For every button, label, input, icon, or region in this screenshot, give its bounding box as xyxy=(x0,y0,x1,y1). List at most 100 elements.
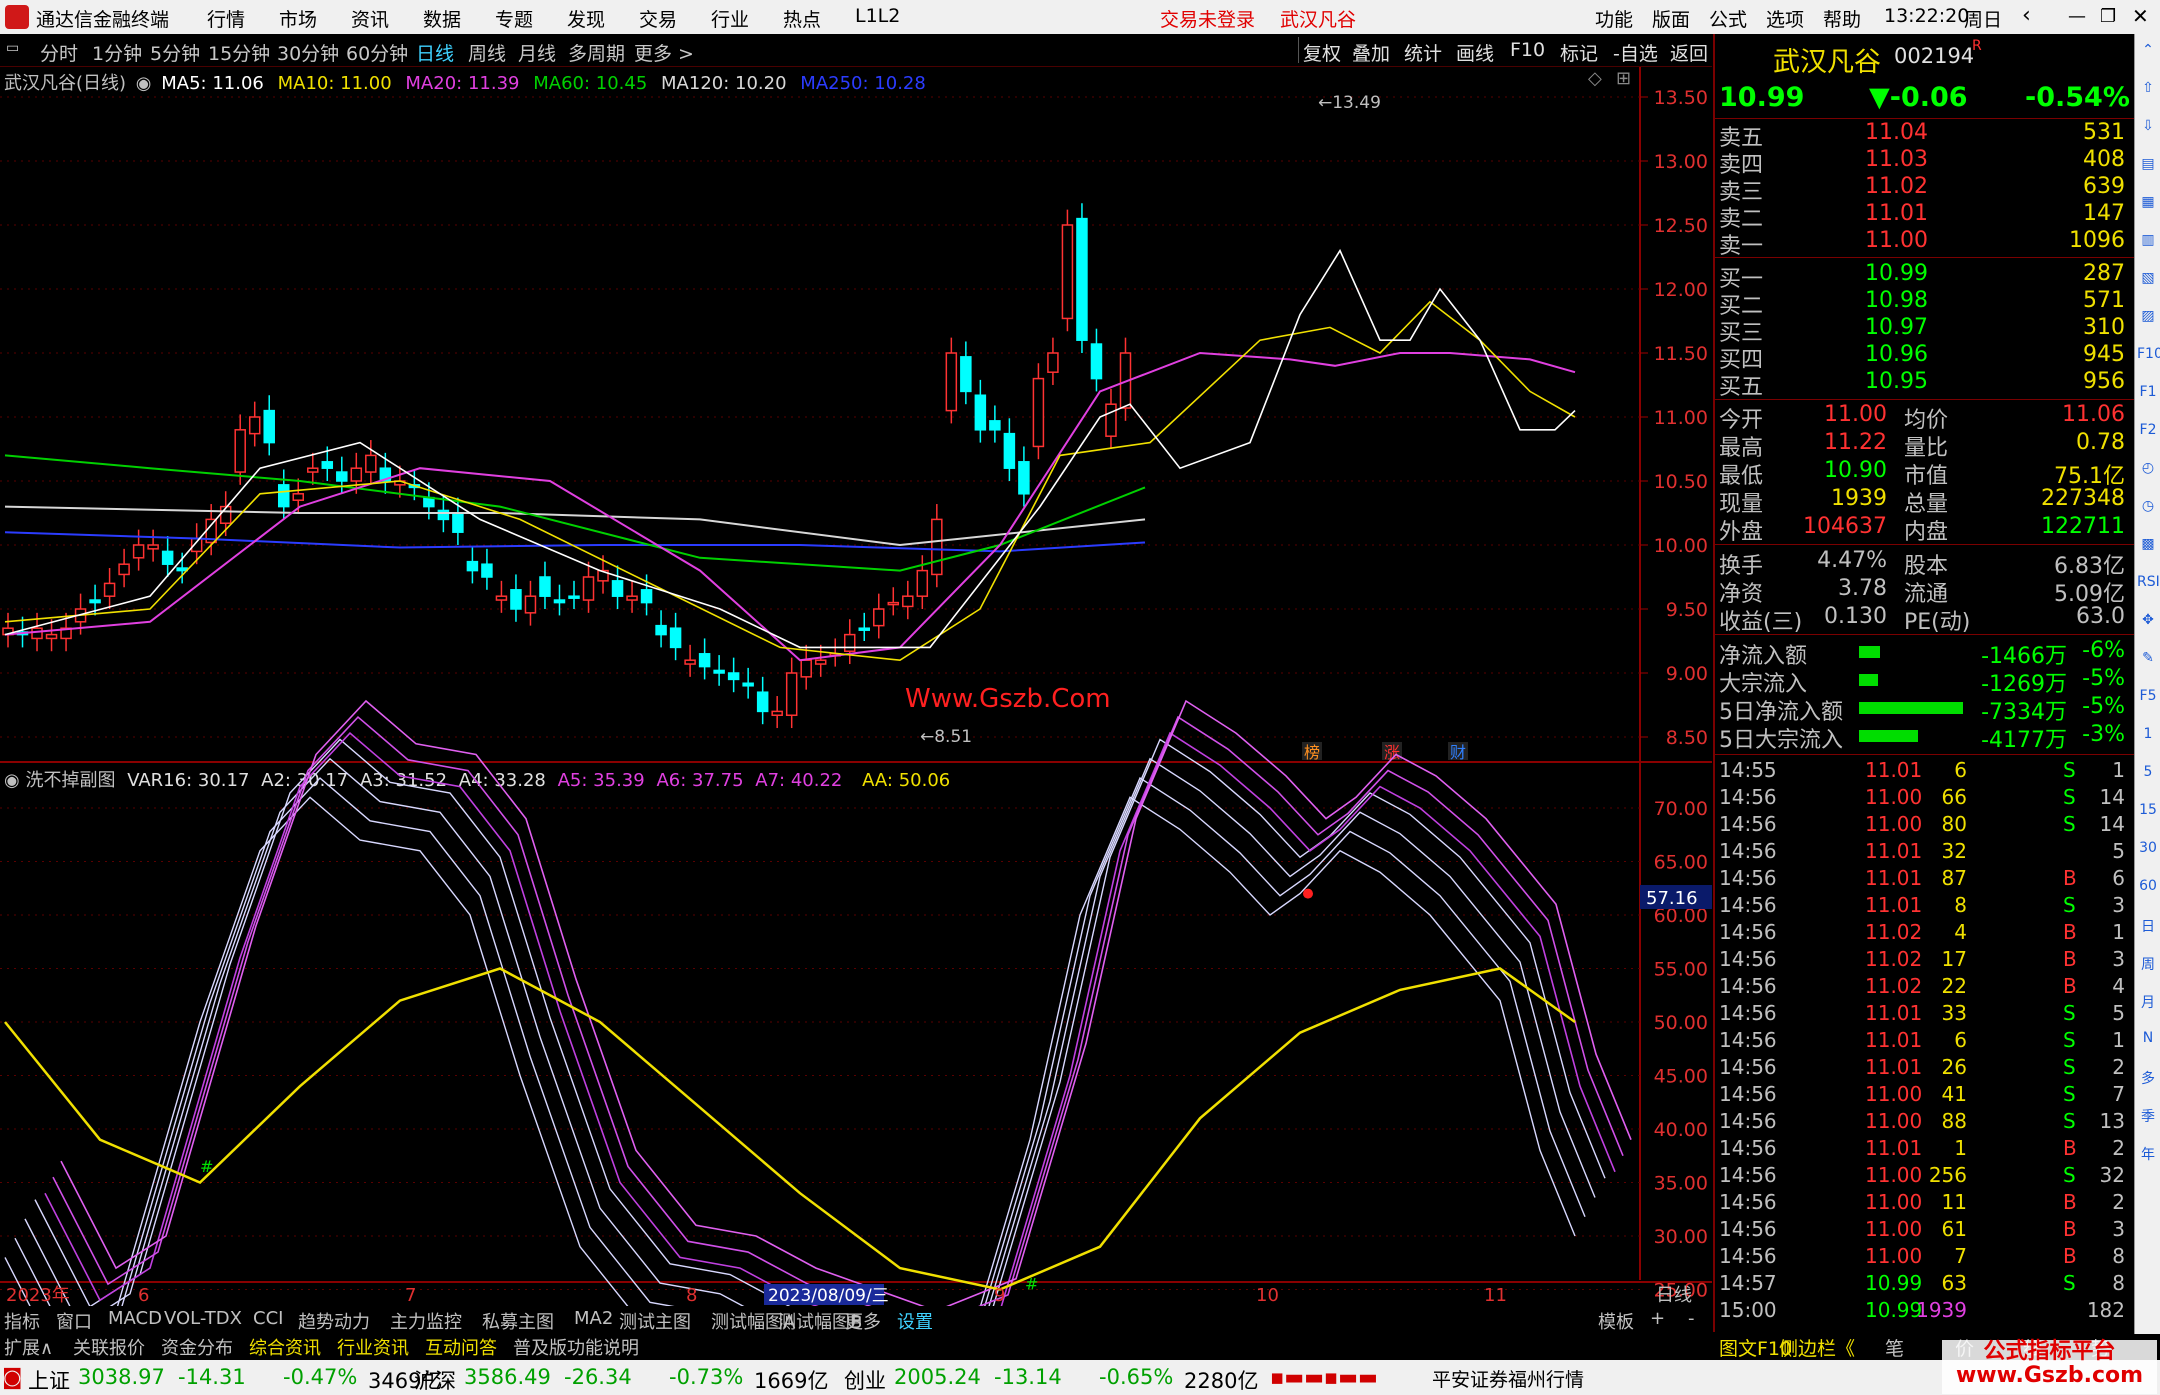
sidebar-icon[interactable]: ⇧ xyxy=(2137,80,2159,102)
close-icon[interactable]: ✕ xyxy=(2132,4,2149,28)
stat-value: 227348 xyxy=(2041,486,2125,511)
sidebar-icon[interactable]: 60 xyxy=(2137,878,2159,900)
template-tab[interactable]: - xyxy=(1688,1308,1695,1329)
tick-volume: 26 xyxy=(1941,1055,1967,1079)
template-tab[interactable]: 模板 xyxy=(1598,1308,1634,1334)
tick-volume: 32 xyxy=(1941,839,1967,863)
tick-price: 11.02 xyxy=(1865,920,1923,944)
indicator-tab[interactable]: 设置 xyxy=(897,1308,933,1334)
index-0-field[interactable]: 上证 xyxy=(28,1365,70,1395)
tick-direction: S xyxy=(2063,893,2076,917)
sidebar-icon[interactable]: ▤ xyxy=(2137,156,2159,178)
template-tab[interactable]: + xyxy=(1650,1308,1665,1329)
main-y-tick-label: 11.00 xyxy=(1654,407,1708,429)
ask-price: 11.02 xyxy=(1865,174,1928,199)
info-tab[interactable]: 行业资讯 xyxy=(337,1334,409,1360)
right-tab[interactable]: 侧边栏《 xyxy=(1779,1334,1855,1361)
sidebar-icon[interactable]: ▨ xyxy=(2137,308,2159,330)
chart-area[interactable]: 13.50 13.00 12.50 12.00 11.50 11.00 10.50 10.00… xyxy=(0,0,1712,1306)
sidebar-icon[interactable]: 季 xyxy=(2137,1106,2159,1128)
main-y-tick-label: 12.50 xyxy=(1654,215,1708,237)
sidebar-icon[interactable]: 5 xyxy=(2137,764,2159,786)
index-1-field[interactable]: 1669亿 xyxy=(754,1365,828,1395)
menu-options[interactable]: 选项 xyxy=(1766,5,1804,32)
stat-row: 现量 1939 总量 227348 xyxy=(1719,486,2129,517)
sidebar-icon[interactable]: F10 xyxy=(2137,346,2160,368)
index-0-field[interactable]: -14.31 xyxy=(178,1365,246,1389)
index-1-field[interactable]: -26.34 xyxy=(564,1365,632,1389)
sidebar-icon[interactable]: ▩ xyxy=(2137,536,2159,558)
sidebar-icon[interactable]: ▧ xyxy=(2137,270,2159,292)
info-tab[interactable]: 关联报价 xyxy=(73,1334,145,1360)
tick-time: 14:56 xyxy=(1719,920,1777,944)
right-tab[interactable]: 笔 xyxy=(1885,1334,1904,1361)
index-0-field[interactable]: 3038.97 xyxy=(78,1365,165,1389)
sidebar-icon[interactable]: 周 xyxy=(2137,954,2159,976)
minimize-icon[interactable]: — xyxy=(2068,6,2086,27)
indicator-tab[interactable]: MACD xyxy=(108,1308,162,1329)
index-2-field[interactable]: -0.65% xyxy=(1099,1365,1173,1389)
indicator-tab[interactable]: 测试主图 xyxy=(619,1308,691,1334)
candle-body xyxy=(234,429,246,473)
tick-direction: B xyxy=(2063,1244,2077,1268)
info-tab[interactable]: 普及版功能说明 xyxy=(513,1334,639,1360)
stat-value: 104637 xyxy=(1803,514,1887,539)
sidebar-icon[interactable]: 30 xyxy=(2137,840,2159,862)
back-nav-icon[interactable]: ‹ xyxy=(2022,3,2031,28)
sidebar-icon[interactable]: ⌃ xyxy=(2137,42,2159,64)
indicator-tab[interactable]: 更多 xyxy=(845,1308,881,1334)
tick-price: 11.00 xyxy=(1865,812,1923,836)
sidebar-icon[interactable]: RSI xyxy=(2137,574,2160,596)
sidebar-icon[interactable]: ▦ xyxy=(2137,194,2159,216)
index-2-field[interactable]: 创业 xyxy=(844,1365,886,1395)
indicator-tab[interactable]: 主力监控 xyxy=(390,1308,462,1334)
tick-count: 2 xyxy=(2112,1055,2125,1079)
menu-help[interactable]: 帮助 xyxy=(1823,5,1861,32)
sidebar-icon[interactable]: 月 xyxy=(2137,992,2159,1014)
sidebar-icon[interactable]: ✎ xyxy=(2137,650,2159,672)
sidebar-icon[interactable]: F1 xyxy=(2137,384,2159,406)
index-1-field[interactable]: -0.73% xyxy=(669,1365,743,1389)
index-1-field[interactable]: 沪深 xyxy=(414,1365,456,1395)
sidebar-icon[interactable]: 日 xyxy=(2137,916,2159,938)
sidebar-icon[interactable]: 年 xyxy=(2137,1144,2159,1166)
info-tab[interactable]: 扩展∧ xyxy=(4,1334,53,1360)
info-tab[interactable]: 资金分布 xyxy=(161,1334,233,1360)
tick-row: 14:56 11.02 17 B 3 xyxy=(1719,947,2129,975)
sidebar-icon[interactable]: 15 xyxy=(2137,802,2159,824)
sidebar-icon[interactable]: 1 xyxy=(2137,726,2159,748)
tick-row: 14:56 11.01 87 B 6 xyxy=(1719,866,2129,894)
indicator-tab[interactable]: VOL-TDX xyxy=(164,1308,242,1329)
indicator-tab[interactable]: CCI xyxy=(253,1308,283,1329)
tick-row: 14:56 11.02 22 B 4 xyxy=(1719,974,2129,1002)
sidebar-icon[interactable]: ✥ xyxy=(2137,612,2159,634)
candle-body xyxy=(1018,461,1030,495)
stat-row: 换手 4.47% 股本 6.83亿 xyxy=(1719,548,2129,579)
index-2-field[interactable]: 2280亿 xyxy=(1184,1365,1258,1395)
indicator-tab[interactable]: 私募主图 xyxy=(482,1308,554,1334)
info-tab[interactable]: 综合资讯 xyxy=(249,1334,321,1360)
index-1-field[interactable]: 3586.49 xyxy=(464,1365,551,1389)
sidebar-icon[interactable]: ▥ xyxy=(2137,232,2159,254)
indicator-tab[interactable]: 指标 xyxy=(4,1308,40,1334)
index-2-field[interactable]: 2005.24 xyxy=(894,1365,981,1389)
index-2-field[interactable]: -13.14 xyxy=(994,1365,1062,1389)
candle-body xyxy=(437,509,450,521)
sidebar-icon[interactable]: F2 xyxy=(2137,422,2159,444)
candle-body xyxy=(698,653,711,668)
sidebar-icon[interactable]: F5 xyxy=(2137,688,2159,710)
info-tab[interactable]: 互动问答 xyxy=(425,1334,497,1360)
sidebar-icon[interactable]: ⇩ xyxy=(2137,118,2159,140)
sidebar-icon[interactable]: N xyxy=(2137,1030,2159,1052)
indicator-tab[interactable]: 窗口 xyxy=(56,1308,92,1334)
menu-formula[interactable]: 公式 xyxy=(1709,5,1747,32)
candle-body xyxy=(452,512,464,533)
sidebar-icon[interactable]: 多 xyxy=(2137,1068,2159,1090)
sidebar-icon[interactable]: ◷ xyxy=(2137,498,2159,520)
sidebar-icon[interactable]: ◴ xyxy=(2137,460,2159,482)
tick-count: 2 xyxy=(2112,1190,2125,1214)
indicator-tab[interactable]: 趋势动力 xyxy=(298,1308,370,1334)
index-0-field[interactable]: -0.47% xyxy=(283,1365,357,1389)
restore-icon[interactable]: ❐ xyxy=(2100,6,2116,27)
indicator-tab[interactable]: MA2 xyxy=(574,1308,613,1329)
